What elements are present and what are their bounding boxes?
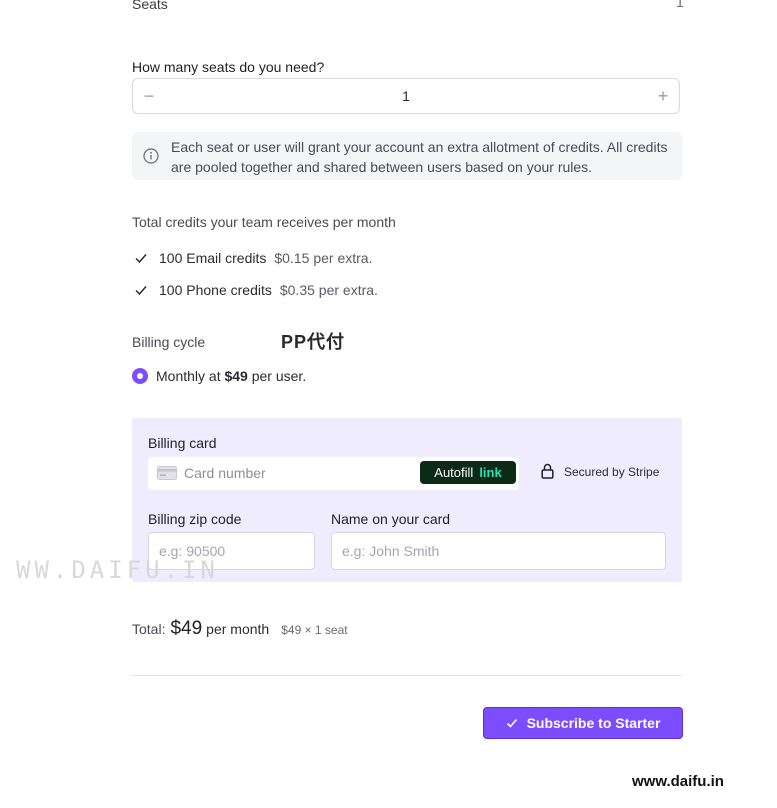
plus-icon: +: [657, 85, 669, 106]
total-amount: $49: [170, 618, 203, 639]
billing-card-label: Billing card: [148, 435, 217, 451]
total-label: Total:: [132, 621, 166, 637]
billing-option-monthly[interactable]: Monthly at $49 per user.: [132, 368, 306, 384]
watermark-center: PP代付: [281, 332, 346, 352]
name-label: Name on your card: [331, 511, 451, 527]
check-icon: [135, 254, 147, 264]
total-row: Total: $49 per month $49 × 1 seat: [132, 618, 348, 640]
seats-value: 1: [676, 0, 684, 10]
total-breakdown: $49 × 1 seat: [281, 623, 348, 637]
link-logo: link: [479, 465, 502, 480]
total-period: per month: [206, 621, 270, 637]
check-icon: [506, 718, 517, 728]
info-circle-icon: [143, 148, 159, 164]
credit-item-email: 100 Email credits $0.15 per extra.: [134, 250, 372, 266]
info-text: Each seat or user will grant your accoun…: [171, 139, 668, 175]
seats-stepper: − 1 +: [132, 78, 680, 114]
radio-selected-icon[interactable]: [132, 368, 148, 384]
seats-label: Seats: [132, 0, 168, 12]
secured-by-stripe: Secured by Stripe: [564, 465, 660, 479]
minus-button[interactable]: −: [133, 79, 165, 113]
credit-item-phone: 100 Phone credits $0.35 per extra.: [134, 282, 378, 298]
checkout-page: Seats 1 How many seats do you need? − 1 …: [0, 0, 777, 808]
seats-stepper-value[interactable]: 1: [165, 88, 647, 104]
lock-icon: [541, 463, 554, 479]
credit-extra: $0.15 per extra.: [274, 250, 373, 266]
divider: [132, 675, 682, 676]
subscribe-button[interactable]: Subscribe to Starter: [483, 707, 683, 739]
billing-cycle-label: Billing cycle: [132, 334, 206, 350]
subscribe-label: Subscribe to Starter: [526, 715, 661, 731]
credit-label: 100 Email credits: [159, 250, 267, 266]
billing-option-prefix: Monthly at: [156, 368, 221, 384]
seats-stepper-label: How many seats do you need?: [132, 59, 325, 75]
credit-label: 100 Phone credits: [159, 282, 272, 298]
credit-extra: $0.35 per extra.: [279, 282, 378, 298]
card-name-field[interactable]: [331, 532, 666, 570]
credits-title: Total credits your team receives per mon…: [132, 214, 396, 230]
plus-button[interactable]: +: [647, 79, 679, 113]
watermark-left: WW.DAIFU.IN: [16, 556, 219, 584]
card-number-placeholder[interactable]: Card number: [184, 465, 266, 481]
billing-option-suffix: per user.: [251, 368, 307, 384]
billing-option-price: $49: [224, 368, 248, 384]
watermark-bottom: www.daifu.in: [632, 773, 724, 790]
autofill-label: Autofill: [434, 465, 474, 480]
autofill-link-button[interactable]: Autofill link: [420, 461, 516, 484]
minus-icon: −: [143, 85, 155, 106]
check-icon: [135, 286, 147, 296]
zip-label: Billing zip code: [148, 511, 242, 527]
credit-card-icon: [157, 466, 177, 480]
